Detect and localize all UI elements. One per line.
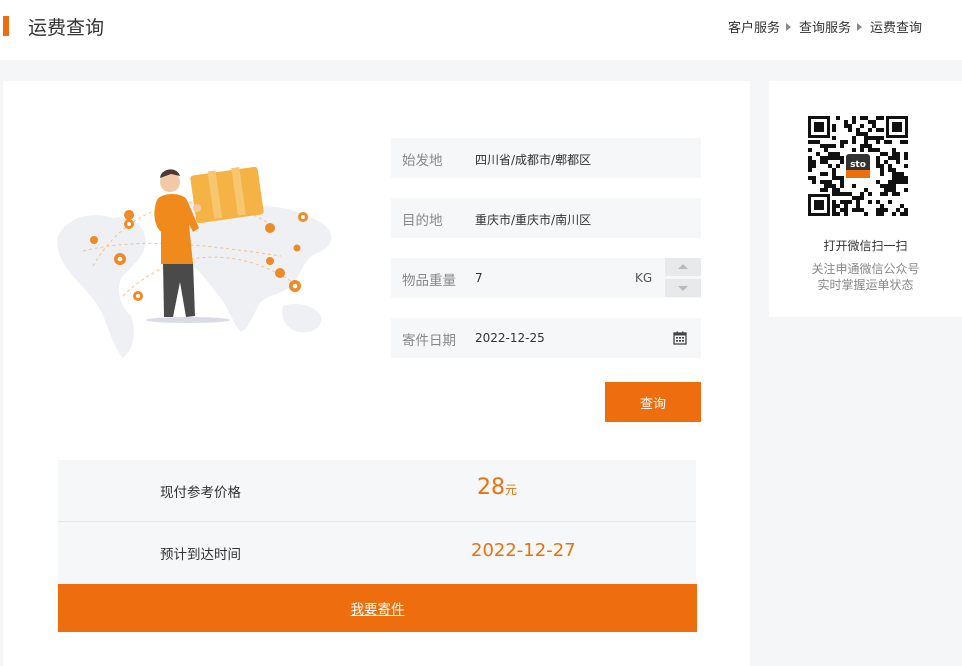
right-column-background [750, 317, 962, 666]
price-row: 现付参考价格 28元 [58, 460, 696, 522]
increment-button[interactable] [665, 258, 701, 276]
destination-label: 目的地 [402, 213, 443, 229]
qr-subtitle: 关注申通微信公众号 实时掌握运单状态 [769, 261, 962, 293]
page-title: 运费查询 [28, 17, 105, 39]
weight-input[interactable]: 7 [475, 271, 483, 285]
price-value: 28 [477, 475, 505, 500]
origin-field[interactable]: 始发地 四川省/成都市/郫都区 [391, 138, 701, 178]
arrival-label: 预计到达时间 [160, 547, 241, 563]
results-panel: 现付参考价格 28元 预计到达时间 2022-12-27 [58, 460, 696, 584]
wechat-qr-card: sto 打开微信扫一扫 关注申通微信公众号 实时掌握运单状态 [769, 81, 962, 317]
ship-button[interactable]: 我要寄件 [58, 584, 697, 632]
chevron-right-icon [856, 22, 862, 31]
breadcrumb-item-freight-query[interactable]: 运费查询 [870, 17, 922, 36]
chevron-right-icon [785, 22, 791, 31]
title-accent-bar [3, 16, 9, 36]
courier-world-map-illustration [57, 166, 332, 358]
weight-stepper [665, 258, 701, 298]
price-display: 28元 [477, 475, 517, 500]
send-date-field[interactable]: 寄件日期 2022-12-25 [391, 318, 701, 358]
origin-label: 始发地 [402, 153, 443, 169]
sto-logo-text: sto [850, 160, 866, 170]
send-date-label: 寄件日期 [402, 333, 456, 349]
qr-subtitle-line-2: 实时掌握运单状态 [817, 278, 914, 292]
arrival-value: 2022-12-27 [471, 540, 576, 561]
breadcrumb: 客户服务 查询服务 运费查询 [728, 17, 922, 36]
freight-query-card: 始发地 四川省/成都市/郫都区 目的地 重庆市/重庆市/南川区 物品重量 7 K… [3, 81, 750, 666]
qr-title: 打开微信扫一扫 [823, 239, 908, 253]
calendar-icon[interactable] [673, 331, 687, 345]
query-button[interactable]: 查询 [605, 382, 701, 422]
send-date-value[interactable]: 2022-12-25 [475, 331, 545, 345]
page-header: 运费查询 客户服务 查询服务 运费查询 [0, 0, 962, 60]
breadcrumb-item-customer-service[interactable]: 客户服务 [728, 17, 780, 36]
qr-subtitle-line-1: 关注申通微信公众号 [811, 262, 920, 276]
destination-value[interactable]: 重庆市/重庆市/南川区 [475, 211, 591, 228]
arrival-row: 预计到达时间 2022-12-27 [58, 522, 696, 584]
weight-field: 物品重量 7 KG [391, 258, 701, 298]
destination-field[interactable]: 目的地 重庆市/重庆市/南川区 [391, 198, 701, 238]
weight-unit: KG [635, 271, 653, 285]
weight-label: 物品重量 [402, 273, 456, 289]
breadcrumb-item-query-service[interactable]: 查询服务 [799, 17, 851, 36]
price-label: 现付参考价格 [160, 485, 241, 501]
price-unit: 元 [505, 483, 518, 497]
qr-code-image: sto [808, 116, 908, 216]
decrement-button[interactable] [665, 279, 701, 297]
origin-value[interactable]: 四川省/成都市/郫都区 [475, 151, 591, 168]
